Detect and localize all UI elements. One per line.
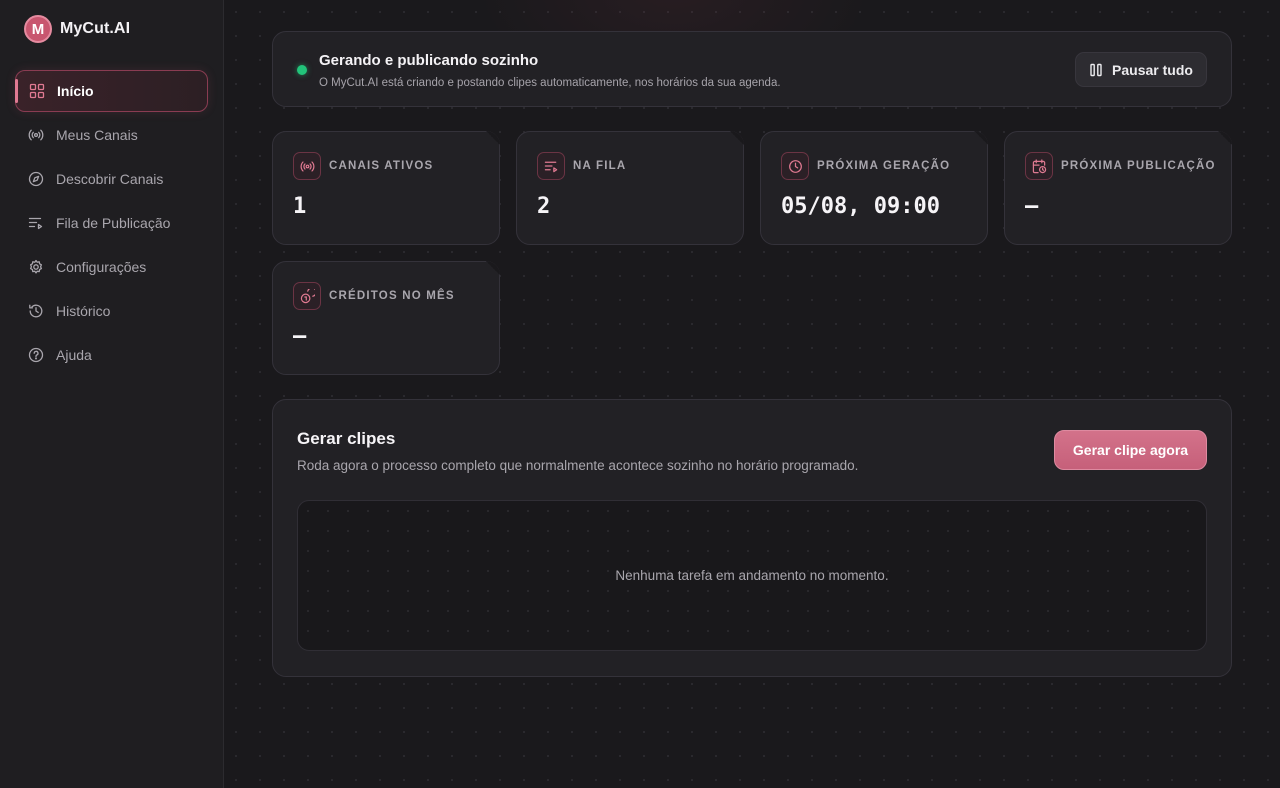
sidebar-nav: Início Meus Canais Descobrir Canais Fila… bbox=[15, 70, 208, 378]
sidebar-item-fila-de-publicacao[interactable]: Fila de Publicação bbox=[15, 202, 208, 244]
sidebar-item-historico[interactable]: Histórico bbox=[15, 290, 208, 332]
queue-icon bbox=[27, 214, 45, 232]
help-icon bbox=[27, 346, 45, 364]
status-subtitle: O MyCut.AI está criando e postando clipe… bbox=[319, 77, 781, 89]
stat-card-canais-ativos: CANAIS ATIVOS 1 bbox=[272, 131, 500, 245]
compass-icon bbox=[27, 170, 45, 188]
task-list-area: Nenhuma tarefa em andamento no momento. bbox=[297, 500, 1207, 651]
sidebar-item-label: Configurações bbox=[56, 259, 147, 275]
sidebar-item-ajuda[interactable]: Ajuda bbox=[15, 334, 208, 376]
brand-logo-icon: M bbox=[24, 15, 52, 43]
brand[interactable]: M MyCut.AI bbox=[24, 14, 130, 44]
automation-status-bar: Gerando e publicando sozinho O MyCut.AI … bbox=[272, 31, 1232, 107]
stat-label: PRÓXIMA PUBLICAÇÃO bbox=[1061, 160, 1216, 172]
stat-label: NA FILA bbox=[573, 160, 627, 172]
stat-value: 2 bbox=[537, 194, 551, 219]
sidebar-item-meus-canais[interactable]: Meus Canais bbox=[15, 114, 208, 156]
brand-name: MyCut.AI bbox=[60, 20, 131, 37]
stat-card-proxima-publicacao: PRÓXIMA PUBLICAÇÃO – bbox=[1004, 131, 1232, 245]
queue-icon bbox=[537, 152, 565, 180]
generate-clip-now-button[interactable]: Gerar clipe agora bbox=[1054, 430, 1207, 470]
stat-card-proxima-geracao: PRÓXIMA GERAÇÃO 05/08, 09:00 bbox=[760, 131, 988, 245]
sidebar-item-inicio[interactable]: Início bbox=[15, 70, 208, 112]
pause-all-button[interactable]: Pausar tudo bbox=[1075, 52, 1207, 87]
stat-card-creditos-no-mes: CRÉDITOS NO MÊS – bbox=[272, 261, 500, 375]
panel-subtitle: Roda agora o processo completo que norma… bbox=[297, 458, 859, 473]
pause-all-label: Pausar tudo bbox=[1112, 61, 1193, 78]
broadcast-icon bbox=[27, 126, 45, 144]
stat-value: 05/08, 09:00 bbox=[781, 194, 940, 219]
sidebar-item-descobrir-canais[interactable]: Descobrir Canais bbox=[15, 158, 208, 200]
history-icon bbox=[27, 302, 45, 320]
sidebar-item-label: Meus Canais bbox=[56, 127, 138, 143]
sidebar-item-label: Descobrir Canais bbox=[56, 171, 164, 187]
sidebar-item-label: Fila de Publicação bbox=[56, 215, 171, 231]
calendar-clock-icon bbox=[1025, 152, 1053, 180]
empty-state-text: Nenhuma tarefa em andamento no momento. bbox=[615, 568, 889, 583]
broadcast-icon bbox=[293, 152, 321, 180]
status-indicator-dot bbox=[297, 65, 307, 75]
generate-clips-panel: Gerar clipes Roda agora o processo compl… bbox=[272, 399, 1232, 677]
stat-value: – bbox=[293, 324, 307, 349]
sidebar-item-configuracoes[interactable]: Configurações bbox=[15, 246, 208, 288]
status-title: Gerando e publicando sozinho bbox=[319, 52, 539, 69]
sidebar-item-label: Início bbox=[57, 83, 94, 99]
stat-label: CANAIS ATIVOS bbox=[329, 160, 434, 172]
stat-label: CRÉDITOS NO MÊS bbox=[329, 290, 455, 302]
pause-icon bbox=[1089, 63, 1103, 77]
grid-icon bbox=[28, 82, 46, 100]
coins-icon bbox=[293, 282, 321, 310]
clock-icon bbox=[781, 152, 809, 180]
panel-title: Gerar clipes bbox=[297, 429, 396, 448]
sidebar-item-label: Histórico bbox=[56, 303, 111, 319]
stat-value: – bbox=[1025, 194, 1039, 219]
gear-icon bbox=[27, 258, 45, 276]
stat-card-na-fila: NA FILA 2 bbox=[516, 131, 744, 245]
main-content: Gerando e publicando sozinho O MyCut.AI … bbox=[224, 0, 1280, 788]
sidebar: M MyCut.AI Início Meus Canais Descobrir … bbox=[0, 0, 224, 788]
stat-label: PRÓXIMA GERAÇÃO bbox=[817, 160, 951, 172]
stat-value: 1 bbox=[293, 194, 307, 219]
sidebar-item-label: Ajuda bbox=[56, 347, 92, 363]
